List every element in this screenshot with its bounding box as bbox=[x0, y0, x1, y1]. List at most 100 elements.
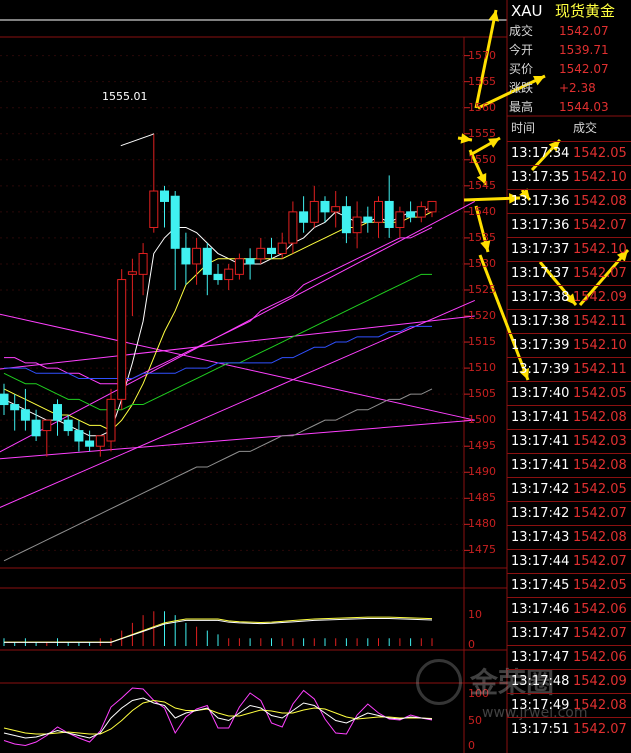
tick-price: 1542.11 bbox=[573, 314, 627, 329]
tick-price: 1542.07 bbox=[573, 554, 627, 569]
tick-row[interactable]: 13:17:46 1542.06 bbox=[507, 597, 631, 622]
tick-time: 13:17:38 bbox=[511, 290, 570, 305]
candle-body bbox=[20, 409, 30, 421]
tick-price: 1542.05 bbox=[573, 482, 627, 497]
tick-time: 13:17:38 bbox=[511, 314, 570, 329]
price-tick-label: 1485 bbox=[468, 491, 496, 505]
tick-row[interactable]: 13:17:39 1542.11 bbox=[507, 357, 631, 382]
price-tick-label: 1515 bbox=[468, 335, 496, 349]
candle-body bbox=[363, 216, 373, 223]
volume-axis-label-zero: 0 bbox=[468, 638, 475, 651]
candle-body bbox=[63, 419, 73, 432]
candle-body bbox=[267, 247, 276, 255]
tick-time: 13:17:48 bbox=[511, 674, 570, 689]
price-tick-label: 1505 bbox=[468, 387, 496, 401]
quote-field-row: 最高 1544.03 bbox=[507, 98, 631, 116]
col-price-header: 成交 bbox=[573, 121, 598, 135]
price-tick-label: 1555 bbox=[468, 126, 496, 140]
quote-panel: XAU 现货黄金 成交 1542.07 今开 1539.71 买价 1542.07 涨跌 +2… bbox=[507, 0, 631, 753]
tick-price: 1542.06 bbox=[573, 650, 627, 665]
tick-row[interactable]: 13:17:43 1542.08 bbox=[507, 525, 631, 550]
price-tick-label: 1520 bbox=[468, 309, 496, 323]
tick-row[interactable]: 13:17:42 1542.07 bbox=[507, 501, 631, 526]
tick-row[interactable]: 13:17:49 1542.08 bbox=[507, 693, 631, 718]
ma60-line bbox=[4, 325, 432, 380]
tick-row[interactable]: 13:17:41 1542.03 bbox=[507, 429, 631, 454]
tick-time: 13:17:42 bbox=[511, 506, 570, 521]
price-tick-label: 1540 bbox=[468, 204, 496, 218]
tick-time: 13:17:46 bbox=[511, 602, 570, 617]
candle-body bbox=[117, 279, 127, 400]
tick-time: 13:17:36 bbox=[511, 194, 570, 209]
tick-price: 1542.08 bbox=[573, 458, 627, 473]
tick-price: 1542.08 bbox=[573, 410, 627, 425]
candle-body bbox=[427, 200, 437, 213]
candle-body bbox=[341, 206, 351, 234]
watermark-logo-icon bbox=[416, 659, 462, 705]
tick-time: 13:17:37 bbox=[511, 242, 570, 257]
quote-field-label: 买价 bbox=[509, 62, 534, 76]
tick-row[interactable]: 13:17:45 1542.05 bbox=[507, 573, 631, 598]
tick-time: 13:17:39 bbox=[511, 338, 570, 353]
ma10-line bbox=[3, 211, 433, 432]
candle-body bbox=[352, 216, 362, 234]
quote-field-row: 涨跌 +2.38 bbox=[507, 79, 631, 97]
tick-row[interactable]: 13:17:38 1542.09 bbox=[507, 285, 631, 310]
tick-row[interactable]: 13:17:48 1542.09 bbox=[507, 669, 631, 694]
candle-body bbox=[149, 190, 159, 228]
tick-price: 1542.05 bbox=[573, 386, 627, 401]
ma20-line bbox=[4, 227, 433, 385]
high-annotation: 1555.01 bbox=[102, 90, 148, 103]
price-tick-label: 1500 bbox=[468, 413, 496, 427]
price-tick-label: 1570 bbox=[468, 48, 496, 62]
candle-body bbox=[192, 247, 202, 265]
candle-body bbox=[374, 200, 383, 223]
tick-row[interactable]: 13:17:39 1542.10 bbox=[507, 333, 631, 358]
tick-row[interactable]: 13:17:37 1542.07 bbox=[507, 261, 631, 286]
tick-row[interactable]: 13:17:34 1542.05 bbox=[507, 141, 631, 166]
trendline bbox=[0, 201, 476, 453]
tick-row[interactable]: 13:17:44 1542.07 bbox=[507, 549, 631, 574]
tick-row[interactable]: 13:17:36 1542.08 bbox=[507, 189, 631, 214]
tick-row[interactable]: 13:17:47 1542.07 bbox=[507, 621, 631, 646]
tick-price: 1542.09 bbox=[573, 674, 627, 689]
tick-row[interactable]: 13:17:37 1542.10 bbox=[507, 237, 631, 262]
tick-price: 1542.07 bbox=[573, 218, 627, 233]
tick-time: 13:17:43 bbox=[511, 530, 570, 545]
tick-time: 13:17:35 bbox=[511, 170, 570, 185]
candle-body bbox=[202, 247, 212, 275]
candle-body bbox=[331, 206, 341, 213]
quote-field-value: +2.38 bbox=[559, 81, 596, 95]
tick-price: 1542.10 bbox=[573, 170, 627, 185]
price-tick-label: 1525 bbox=[468, 282, 496, 296]
candle-body bbox=[181, 247, 191, 265]
candle-body bbox=[0, 393, 9, 406]
tick-row[interactable]: 13:17:42 1542.05 bbox=[507, 477, 631, 502]
trendline bbox=[0, 299, 475, 508]
quote-field-value: 1539.71 bbox=[559, 43, 609, 57]
tick-time: 13:17:51 bbox=[511, 722, 570, 737]
price-tick-label: 1565 bbox=[468, 74, 496, 88]
quote-title: XAU 现货黄金 bbox=[507, 0, 631, 22]
quote-field-value: 1542.07 bbox=[559, 24, 609, 38]
osc-j-line bbox=[3, 687, 433, 747]
tick-price: 1542.10 bbox=[573, 338, 627, 353]
tick-row[interactable]: 13:17:51 1542.07 bbox=[507, 717, 631, 742]
candle-body bbox=[42, 419, 52, 432]
tick-row[interactable]: 13:17:47 1542.06 bbox=[507, 645, 631, 670]
col-time-header: 时间 bbox=[511, 121, 536, 135]
tick-row[interactable]: 13:17:38 1542.11 bbox=[507, 309, 631, 334]
quote-field-value: 1544.03 bbox=[559, 100, 609, 114]
price-tick-label: 1480 bbox=[468, 517, 496, 531]
candle-body bbox=[395, 211, 405, 228]
candle-body bbox=[234, 258, 244, 275]
candle-body bbox=[416, 206, 426, 218]
tick-time: 13:17:44 bbox=[511, 554, 570, 569]
tick-time: 13:17:34 bbox=[511, 146, 570, 161]
tick-row[interactable]: 13:17:41 1542.08 bbox=[507, 405, 631, 430]
price-tick-label: 1550 bbox=[468, 152, 496, 166]
tick-row[interactable]: 13:17:35 1542.10 bbox=[507, 165, 631, 190]
tick-row[interactable]: 13:17:40 1542.05 bbox=[507, 381, 631, 406]
tick-row[interactable]: 13:17:36 1542.07 bbox=[507, 213, 631, 238]
tick-row[interactable]: 13:17:41 1542.08 bbox=[507, 453, 631, 478]
